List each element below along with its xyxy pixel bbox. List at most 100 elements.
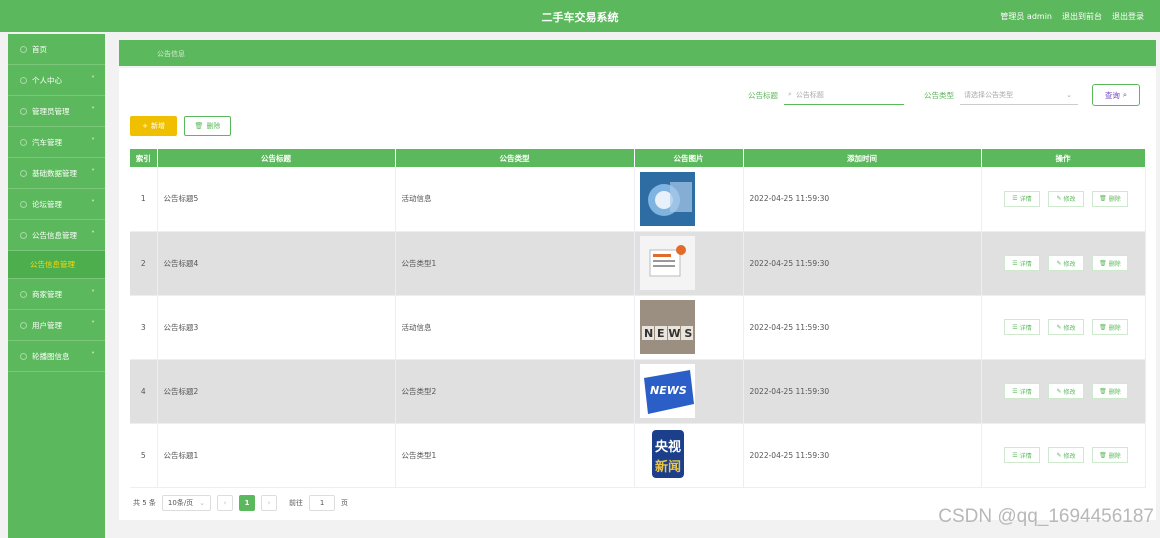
pencil-icon: ✎: [1056, 451, 1062, 459]
detail-button[interactable]: ☰ 详情: [1004, 255, 1040, 271]
delete-label: 删除: [1108, 196, 1121, 204]
query-button[interactable]: 查询 ⌕: [1092, 84, 1140, 106]
add-button-label: 新增: [150, 122, 165, 130]
query-button-label: 查询: [1104, 90, 1120, 100]
row-time: 2022-04-25 11:59:30: [743, 423, 982, 488]
sidebar-item-label: 首页: [32, 44, 47, 54]
sidebar-item[interactable]: 首页: [8, 34, 105, 65]
trash-icon: 🗑: [1099, 451, 1107, 459]
edit-button[interactable]: ✎ 修改: [1048, 319, 1084, 335]
table-row[interactable]: 3 公告标题3 活动信息 N E W S 2022-04-25 11:59:30 ☰ 详情 ✎…: [130, 295, 1146, 360]
delete-button[interactable]: 🗑 删除: [1092, 319, 1128, 335]
row-type: 活动信息: [395, 295, 635, 360]
delete-label: 删除: [1108, 452, 1121, 460]
sidebar-item-label: 个人中心: [32, 75, 62, 85]
trash-icon: 🗑: [1099, 195, 1107, 203]
sidebar-item-label: 用户管理: [32, 320, 62, 330]
sidebar-item-label: 商家管理: [32, 289, 62, 299]
sidebar-item[interactable]: 基础数据管理 ˅: [8, 158, 105, 189]
front-page-link[interactable]: 退出到前台: [1062, 11, 1102, 22]
row-time: 2022-04-25 11:59:30: [743, 359, 982, 424]
news-paper-image[interactable]: [639, 236, 743, 290]
row-title: 公告标题1: [157, 423, 396, 488]
table-row[interactable]: 4 公告标题2 公告类型2 NEWS 2022-04-25 11:59:30 ☰ 详情 ✎ 修改…: [130, 359, 1146, 424]
row-actions: ☰ 详情 ✎ 修改 🗑 删除: [981, 167, 1146, 232]
row-title: 公告标题4: [157, 231, 396, 296]
chevron-down-icon: ⌄: [199, 499, 206, 507]
detail-button[interactable]: ☰ 详情: [1004, 319, 1040, 335]
sidebar-item[interactable]: 轮播图信息 ˅: [8, 341, 105, 372]
add-button[interactable]: + 新增: [130, 116, 177, 136]
sidebar-item[interactable]: 个人中心 ˅: [8, 65, 105, 96]
trash-icon: 🗑: [194, 122, 204, 130]
next-page-button[interactable]: ›: [261, 495, 278, 511]
logout-link[interactable]: 退出登录: [1112, 11, 1144, 22]
edit-label: 修改: [1063, 452, 1076, 460]
delete-button[interactable]: 🗑 删除: [1092, 383, 1128, 399]
sidebar-item[interactable]: 管理员管理 ˅: [8, 96, 105, 127]
row-title: 公告标题2: [157, 359, 396, 424]
column-header[interactable]: 公告标题: [157, 149, 396, 167]
detail-button[interactable]: ☰ 详情: [1004, 447, 1040, 463]
delete-button[interactable]: 🗑 删除: [1092, 447, 1128, 463]
delete-button[interactable]: 🗑 删除: [1092, 255, 1128, 271]
sidebar-item[interactable]: 论坛管理 ˅: [8, 189, 105, 220]
app-title: 二手车交易系统: [541, 11, 619, 24]
batch-delete-button[interactable]: 🗑 删除: [184, 116, 231, 136]
title-search-input[interactable]: ⌕ 公告标题: [784, 85, 904, 105]
sidebar-item-label: 基础数据管理: [32, 168, 77, 178]
chevron-down-icon: ˅: [91, 289, 95, 298]
delete-label: 删除: [1108, 324, 1121, 332]
sidebar-subitem[interactable]: 公告信息管理: [8, 251, 105, 279]
delete-button[interactable]: 🗑 删除: [1092, 190, 1128, 207]
table-row[interactable]: 5 公告标题1 公告类型1 央视 新闻 2022-04-25 11:59:30 ☰ 详情 ✎ 修改…: [130, 423, 1146, 488]
edit-label: 修改: [1063, 388, 1076, 396]
chevron-down-icon: ˅: [91, 351, 95, 360]
news-blocks-image[interactable]: N E W S: [639, 300, 743, 354]
row-index: 3: [130, 295, 158, 360]
table-row[interactable]: 1 公告标题5 活动信息 2022-04-25 11:59:30 ☰ 详情 ✎ 修改 🗑 删除: [130, 167, 1146, 232]
trash-icon: 🗑: [1099, 259, 1107, 267]
table-row[interactable]: 2 公告标题4 公告类型1 2022-04-25 11:59:30 ☰ 详情 ✎ 修改 🗑 删除: [130, 231, 1146, 296]
plus-icon: +: [142, 122, 148, 130]
sidebar-item[interactable]: 商家管理 ˅: [8, 279, 105, 310]
search-icon: ⌕: [1122, 90, 1128, 99]
column-header[interactable]: 操作: [981, 149, 1146, 167]
csdn-watermark: CSDN @qq_1694456187: [938, 506, 1154, 527]
news-globe-image[interactable]: [639, 171, 743, 226]
news-key-image[interactable]: NEWS: [639, 364, 743, 418]
goto-page-input[interactable]: 1: [309, 495, 336, 511]
chevron-down-icon: ˅: [91, 75, 95, 84]
file-icon: ☰: [1012, 323, 1018, 331]
sidebar-item[interactable]: 公告信息管理 ˄: [8, 220, 105, 251]
sidebar-item-label: 汽车管理: [32, 137, 62, 147]
sidebar-item[interactable]: 汽车管理 ˅: [8, 127, 105, 158]
svg-text:NEWS: NEWS: [650, 384, 687, 397]
column-header[interactable]: 添加时间: [743, 149, 982, 167]
cctv-news-logo[interactable]: 央视 新闻: [639, 428, 743, 482]
row-image-cell: NEWS: [634, 359, 744, 424]
file-icon: ☰: [1012, 451, 1018, 459]
action-buttons: + 新增 🗑 删除: [130, 116, 231, 136]
edit-button[interactable]: ✎ 修改: [1048, 190, 1084, 207]
row-image-cell: N E W S: [634, 295, 744, 360]
detail-label: 详情: [1019, 324, 1032, 332]
edit-button[interactable]: ✎ 修改: [1048, 447, 1084, 463]
prev-page-button[interactable]: ‹: [217, 495, 234, 511]
column-header[interactable]: 索引: [130, 149, 158, 167]
row-title: 公告标题5: [157, 167, 396, 232]
detail-button[interactable]: ☰ 详情: [1004, 190, 1040, 207]
edit-button[interactable]: ✎ 修改: [1048, 255, 1084, 271]
detail-button[interactable]: ☰ 详情: [1004, 383, 1040, 399]
type-select[interactable]: 请选择公告类型 ⌄: [960, 85, 1078, 105]
column-header[interactable]: 公告图片: [634, 149, 744, 167]
column-header[interactable]: 公告类型: [395, 149, 635, 167]
sidebar-item[interactable]: 用户管理 ˅: [8, 310, 105, 341]
chevron-down-icon: ˅: [91, 106, 95, 115]
row-type: 公告类型2: [395, 359, 635, 424]
edit-button[interactable]: ✎ 修改: [1048, 383, 1084, 399]
page-size-select[interactable]: 10条/页 ⌄: [161, 495, 212, 511]
pagination: 共 5 条 10条/页 ⌄ ‹ 1 › 前往 1 页: [133, 495, 348, 511]
detail-label: 详情: [1019, 388, 1032, 396]
current-page-button[interactable]: 1: [239, 495, 256, 511]
